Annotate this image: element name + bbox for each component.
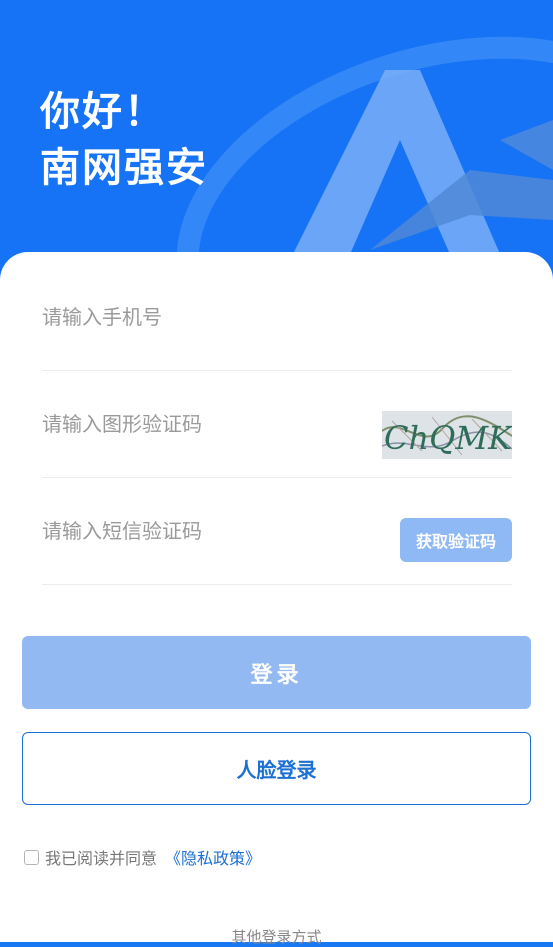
face-login-button[interactable]: 人脸登录 [22,732,531,805]
greeting-line-2: 南网强安 [40,145,208,191]
captcha-text: ChQMKq [384,419,512,457]
login-card: ChQMKq 获取验证码 登录 人脸登录 我已阅读并同意 《隐私政策》 其他登录… [0,252,553,946]
get-sms-code-button[interactable]: 获取验证码 [400,518,512,562]
agreement-text: 我已阅读并同意 [45,849,158,868]
privacy-policy-link[interactable]: 《隐私政策》 [165,845,261,869]
captcha-graphic: ChQMKq [382,411,512,459]
phone-field-row [42,264,512,371]
greeting: 你好！ 南网强安 [40,84,208,196]
sms-field-row: 获取验证码 [42,478,512,585]
captcha-input[interactable] [42,371,362,477]
phone-input[interactable] [42,264,362,370]
captcha-field-row: ChQMKq [42,371,512,478]
agreement-checkbox[interactable] [24,849,39,865]
other-login-label[interactable]: 其他登录方式 [0,926,553,947]
captcha-image[interactable]: ChQMKq [382,411,512,459]
sms-code-input[interactable] [42,478,362,584]
login-button[interactable]: 登录 [22,636,531,709]
greeting-line-1: 你好！ [40,89,166,135]
agreement-row: 我已阅读并同意 《隐私政策》 [24,846,261,868]
